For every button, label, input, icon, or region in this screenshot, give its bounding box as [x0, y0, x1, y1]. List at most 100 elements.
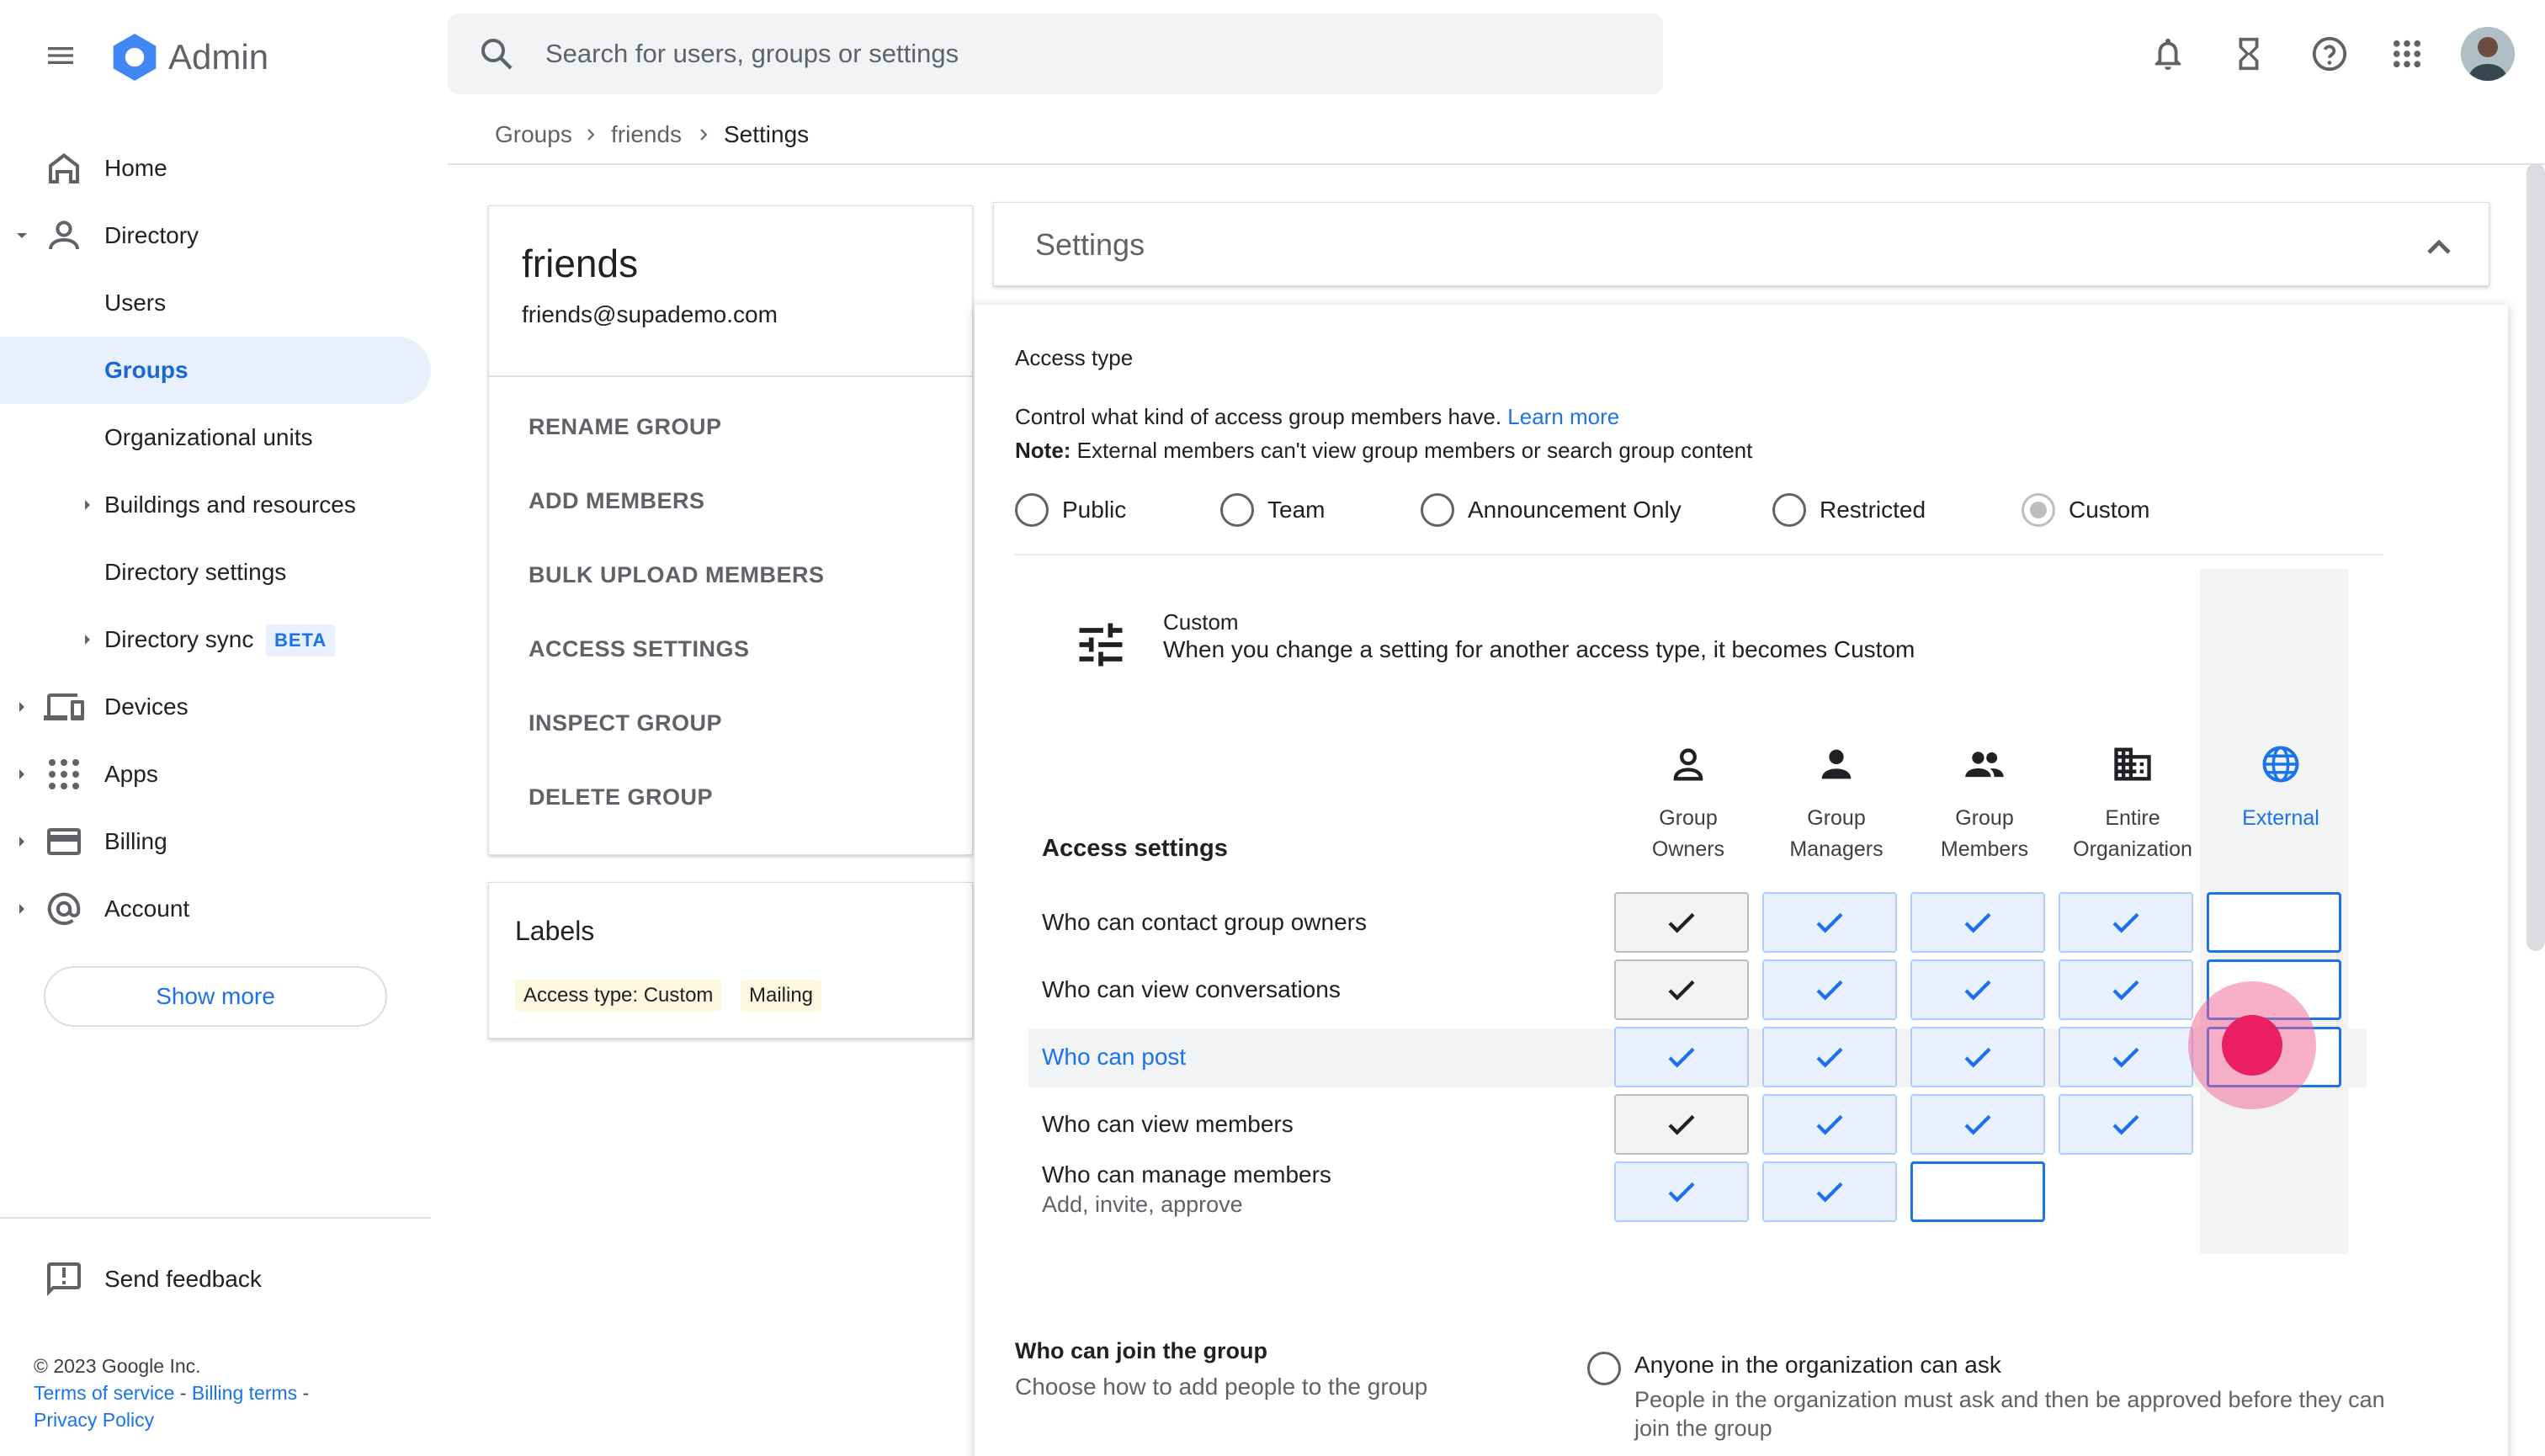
row-label-contact-owners: Who can contact group owners: [1042, 909, 1367, 935]
search-input[interactable]: [545, 30, 1639, 77]
sidebar-item-devices[interactable]: Devices: [0, 673, 431, 741]
column-header-entire-organization: Entire Organization: [2059, 803, 2207, 865]
send-feedback-button[interactable]: Send feedback: [0, 1246, 431, 1313]
settings-header-card[interactable]: [993, 202, 2489, 286]
checkbox-cell[interactable]: [1614, 892, 1749, 953]
checkbox-cell[interactable]: [1762, 959, 1897, 1020]
checkbox-cell[interactable]: [1614, 1027, 1749, 1087]
caret-right-icon[interactable]: [12, 697, 32, 717]
breadcrumb-friends[interactable]: friends: [611, 118, 682, 151]
access-type-announcement-radio[interactable]: [1421, 493, 1454, 527]
learn-more-link[interactable]: Learn more: [1507, 404, 1619, 429]
sidebar-item-account[interactable]: Account: [0, 875, 431, 943]
caret-down-icon[interactable]: [12, 226, 32, 246]
caret-right-icon[interactable]: [77, 630, 98, 650]
chevron-up-icon[interactable]: [2419, 227, 2459, 268]
sidebar-item-directory-sync[interactable]: Directory sync BETA: [0, 606, 431, 673]
sidebar-item-directory[interactable]: Directory: [0, 202, 431, 269]
column-header-line: Entire: [2105, 806, 2160, 830]
checkbox-cell[interactable]: [1910, 1027, 2045, 1087]
group-name: friends: [522, 242, 639, 285]
checkbox-cell[interactable]: [1910, 892, 2045, 953]
checkbox-cell[interactable]: [1762, 1161, 1897, 1222]
tasks-button[interactable]: [2225, 30, 2272, 77]
caret-right-icon[interactable]: [12, 832, 32, 852]
access-type-team-radio[interactable]: [1220, 493, 1254, 527]
access-type-public-label[interactable]: Public: [1062, 497, 1126, 523]
apps-grid-icon: [2393, 40, 2421, 68]
main-menu-button[interactable]: [30, 25, 91, 86]
sidebar-item-label: Organizational units: [104, 424, 313, 450]
admin-logo-icon[interactable]: [108, 30, 162, 84]
rename-group-button[interactable]: RENAME GROUP: [529, 414, 722, 440]
checkbox-cell[interactable]: [2059, 1027, 2193, 1087]
sidebar-item-label: Home: [104, 155, 167, 181]
checkbox-cell[interactable]: [2059, 1094, 2193, 1155]
access-type-heading: Access type: [1015, 345, 1134, 370]
credit-card-icon: [47, 828, 81, 855]
app-title[interactable]: Admin: [168, 30, 268, 84]
sidebar-item-home[interactable]: Home: [0, 135, 431, 202]
checkbox-cell[interactable]: [1910, 1161, 2045, 1222]
column-header-line: Managers: [1789, 837, 1884, 861]
column-header-line: Owners: [1651, 837, 1725, 861]
check-icon: [1668, 912, 1695, 933]
checkbox-cell[interactable]: [1762, 1094, 1897, 1155]
caret-right-icon[interactable]: [77, 495, 98, 515]
access-type-custom-label[interactable]: Custom: [2069, 497, 2149, 523]
privacy-link[interactable]: Privacy Policy: [34, 1409, 154, 1431]
terms-link[interactable]: Terms of service: [34, 1382, 174, 1404]
show-more-button[interactable]: Show more: [44, 966, 387, 1027]
footer-links-2: Privacy Policy: [34, 1409, 154, 1432]
access-settings-button[interactable]: ACCESS SETTINGS: [529, 636, 750, 662]
access-type-public-radio[interactable]: [1015, 493, 1049, 527]
search-icon[interactable]: [476, 34, 517, 74]
checkbox-cell[interactable]: [1910, 959, 2045, 1020]
note-label: Note:: [1015, 438, 1071, 463]
checkbox-cell[interactable]: [1614, 1161, 1749, 1222]
access-type-team-label[interactable]: Team: [1267, 497, 1325, 523]
caret-right-icon[interactable]: [12, 899, 32, 919]
column-header-line: Members: [1940, 837, 2029, 861]
footer-links: Terms of service - Billing terms -: [34, 1382, 309, 1405]
checkbox-cell[interactable]: [2059, 959, 2193, 1020]
access-type-restricted-radio[interactable]: [1772, 493, 1806, 527]
avatar[interactable]: [2461, 27, 2515, 81]
join-option-label[interactable]: Anyone in the organization can ask: [1634, 1352, 2001, 1379]
checkbox-cell[interactable]: [2059, 892, 2193, 953]
custom-description: When you change a setting for another ac…: [1163, 636, 1915, 662]
delete-group-button[interactable]: DELETE GROUP: [529, 784, 713, 810]
sidebar-item-directory-settings[interactable]: Directory settings: [0, 539, 431, 606]
sidebar-item-billing[interactable]: Billing: [0, 808, 431, 875]
sidebar-item-users[interactable]: Users: [0, 269, 431, 337]
checkbox-cell[interactable]: [1910, 1094, 2045, 1155]
notifications-button[interactable]: [2144, 30, 2192, 77]
billing-terms-link[interactable]: Billing terms: [192, 1382, 297, 1404]
access-type-custom-radio[interactable]: [2022, 493, 2055, 527]
menu-icon: [48, 47, 73, 64]
checkbox-cell[interactable]: [1614, 959, 1749, 1020]
sidebar-item-label: Billing: [104, 828, 167, 854]
checkbox-cell[interactable]: [1762, 1027, 1897, 1087]
inspect-group-button[interactable]: INSPECT GROUP: [529, 710, 722, 736]
copyright: © 2023 Google Inc.: [34, 1355, 201, 1377]
sidebar-item-buildings-and-resources[interactable]: Buildings and resources: [0, 471, 431, 539]
add-members-button[interactable]: ADD MEMBERS: [529, 488, 705, 514]
join-option-radio[interactable]: [1587, 1352, 1621, 1385]
access-type-announcement-label[interactable]: Announcement Only: [1468, 497, 1682, 523]
help-button[interactable]: [2306, 30, 2353, 77]
page-scrollbar[interactable]: [2526, 163, 2545, 951]
sidebar-item-organizational-units[interactable]: Organizational units: [0, 404, 431, 471]
checkbox-cell[interactable]: [1762, 892, 1897, 953]
sidebar-item-groups[interactable]: Groups: [0, 337, 431, 404]
apps-launcher-button[interactable]: [2383, 30, 2431, 77]
checkbox-cell[interactable]: [2207, 892, 2341, 953]
sidebar-item-apps[interactable]: Apps: [0, 741, 431, 808]
caret-right-icon[interactable]: [12, 764, 32, 784]
row-label-view-conversations: Who can view conversations: [1042, 976, 1341, 1002]
checkbox-cell[interactable]: [1614, 1094, 1749, 1155]
bulk-upload-members-button[interactable]: BULK UPLOAD MEMBERS: [529, 562, 825, 588]
access-type-restricted-label[interactable]: Restricted: [1820, 497, 1926, 523]
breadcrumb-groups[interactable]: Groups: [495, 118, 572, 151]
join-subheading: Choose how to add people to the group: [1015, 1374, 1428, 1400]
